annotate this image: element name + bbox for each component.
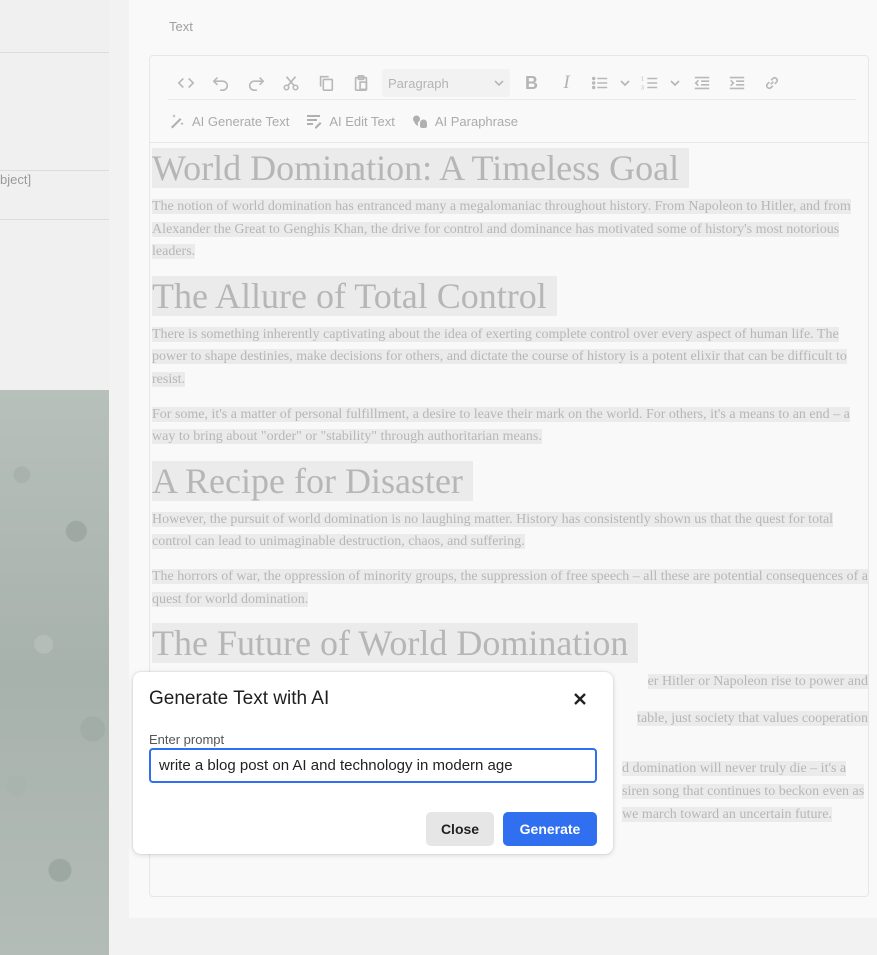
prompt-label: Enter prompt xyxy=(149,732,225,747)
generate-text-dialog: Generate Text with AI Enter prompt Close… xyxy=(133,672,613,854)
generate-button[interactable]: Generate xyxy=(503,812,597,846)
ai-paraphrase-label: AI Paraphrase xyxy=(434,113,518,129)
cut-icon[interactable] xyxy=(273,68,308,98)
undo-icon[interactable] xyxy=(203,68,238,98)
prompt-input[interactable] xyxy=(149,748,597,783)
paragraph: However, the pursuit of world domination… xyxy=(152,511,834,550)
copy-icon[interactable] xyxy=(308,68,343,98)
block-format-value: Paragraph xyxy=(388,75,449,91)
heading: The Future of World Domination xyxy=(152,623,868,664)
source-code-icon[interactable] xyxy=(168,68,203,98)
block-format-select[interactable]: Paragraph xyxy=(382,69,510,97)
paragraph: The notion of world domination has entra… xyxy=(152,199,851,260)
toolbar-divider xyxy=(168,99,856,100)
chevron-down-icon xyxy=(494,80,504,87)
ai-generate-text-label: AI Generate Text xyxy=(192,113,290,129)
numbered-list-options-chevron-icon[interactable] xyxy=(666,68,684,98)
magic-wand-icon xyxy=(168,112,186,130)
ai-edit-text-label: AI Edit Text xyxy=(329,113,395,129)
ai-paraphrase-button[interactable]: AI Paraphrase xyxy=(411,108,520,134)
outdent-icon[interactable] xyxy=(684,68,719,98)
redo-icon[interactable] xyxy=(238,68,273,98)
paste-icon[interactable] xyxy=(343,68,378,98)
svg-text:1: 1 xyxy=(641,76,644,82)
dialog-title: Generate Text with AI xyxy=(149,688,330,709)
paragraph: For some, it's a matter of personal fulf… xyxy=(152,406,850,445)
quote-icon xyxy=(411,112,429,130)
link-icon[interactable] xyxy=(754,68,789,98)
editor-toolbar: Paragraph B I 13 AI Generate Text AI Edi… xyxy=(150,56,868,144)
background-sidebar: bject] xyxy=(0,0,109,955)
toolbar-divider xyxy=(150,142,868,143)
close-icon[interactable] xyxy=(569,688,591,710)
background-image xyxy=(0,390,109,955)
italic-icon[interactable]: I xyxy=(549,68,584,98)
bold-icon[interactable]: B xyxy=(514,68,549,98)
indent-icon[interactable] xyxy=(719,68,754,98)
close-button[interactable]: Close xyxy=(426,812,494,846)
paragraph: There is something inherently captivatin… xyxy=(152,326,847,387)
heading: A Recipe for Disaster xyxy=(152,460,868,501)
divider xyxy=(0,52,109,53)
background-field-value: bject] xyxy=(0,172,32,187)
paragraph: The horrors of war, the oppression of mi… xyxy=(152,568,868,607)
bullet-list-icon[interactable] xyxy=(584,68,616,98)
ai-edit-text-button[interactable]: AI Edit Text xyxy=(305,108,397,134)
divider xyxy=(0,170,109,171)
svg-text:3: 3 xyxy=(641,85,644,91)
edit-text-icon xyxy=(305,112,323,130)
bullet-list-options-chevron-icon[interactable] xyxy=(616,68,634,98)
ai-generate-text-button[interactable]: AI Generate Text xyxy=(168,108,291,134)
heading: World Domination: A Timeless Goal xyxy=(152,148,868,188)
heading: The Allure of Total Control xyxy=(152,275,868,316)
numbered-list-icon[interactable]: 13 xyxy=(634,68,666,98)
text-field-label: Text xyxy=(169,19,193,34)
divider xyxy=(0,219,109,220)
